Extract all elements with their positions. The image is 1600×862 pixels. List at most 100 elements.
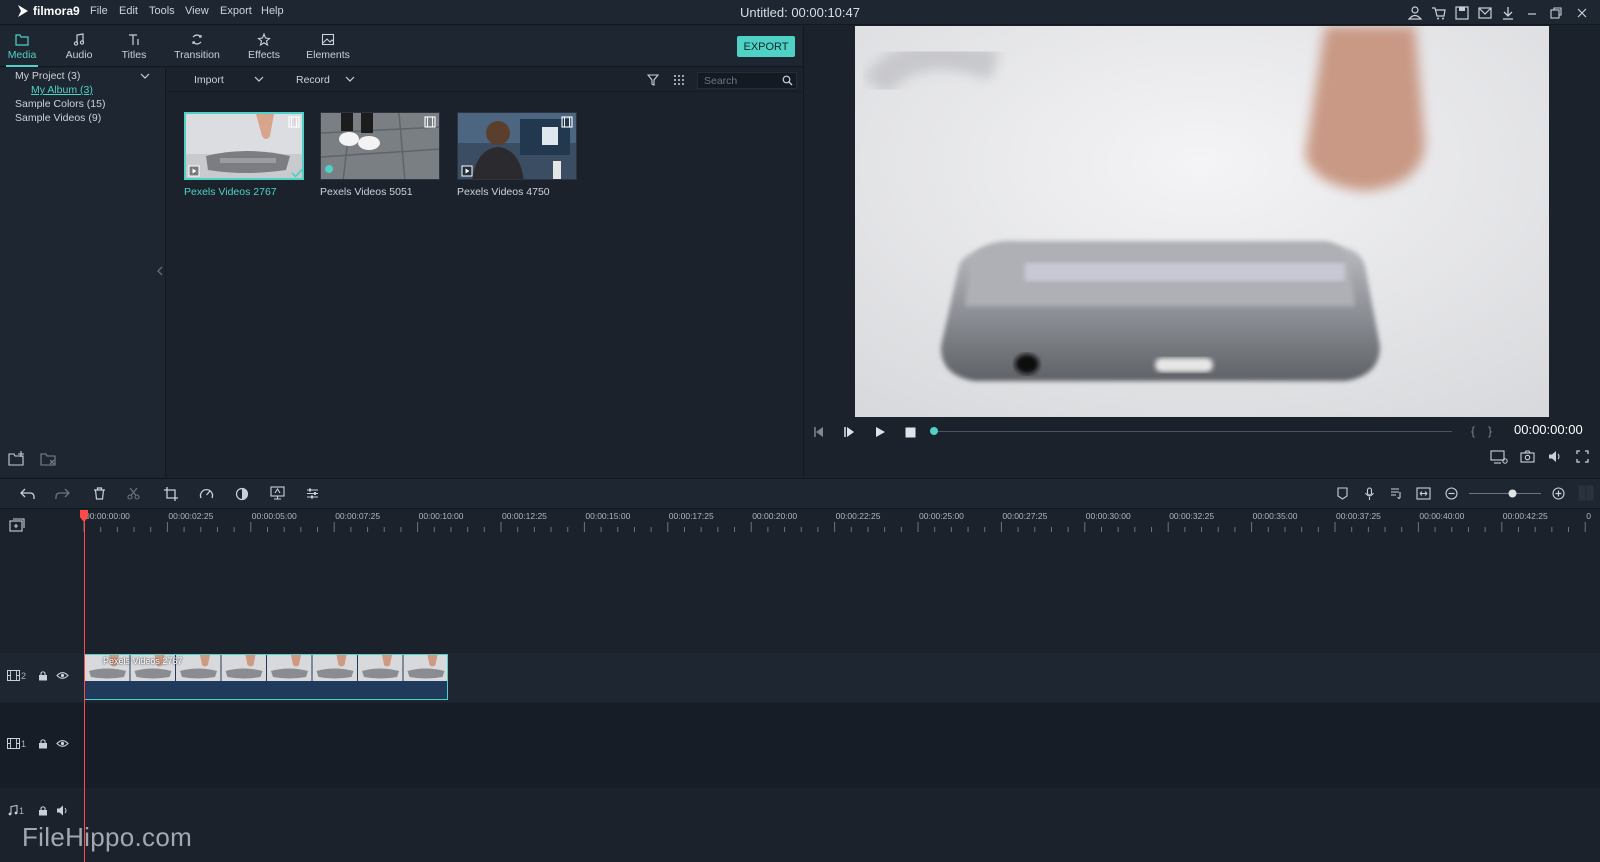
zoom-slider-handle[interactable] [1508, 489, 1517, 498]
eye-icon[interactable] [56, 739, 69, 748]
ruler-time-label: 00:00:17:25 [669, 511, 714, 521]
timeline-settings-icon[interactable] [1578, 485, 1594, 501]
project-duration: 00:00:10:47 [791, 5, 860, 20]
eye-icon[interactable] [56, 671, 69, 680]
record-chevron-icon[interactable] [345, 76, 355, 83]
media-thumbnail[interactable] [457, 112, 577, 180]
tab-elements-label: Elements [306, 48, 350, 61]
marker-icon[interactable] [1337, 487, 1348, 500]
mark-in-icon[interactable]: { [1471, 424, 1475, 438]
tab-transition[interactable]: Transition [171, 26, 223, 67]
color-icon[interactable] [235, 487, 249, 501]
tab-media[interactable]: Media [4, 26, 40, 67]
render-preview-icon[interactable] [1490, 450, 1508, 464]
tab-effects[interactable]: Effects [246, 26, 282, 67]
redo-icon[interactable] [55, 487, 70, 500]
green-screen-icon[interactable] [270, 486, 285, 500]
video-track-1-label: 1 [7, 738, 26, 749]
audio-track-1 [0, 789, 1600, 835]
film-type-icon [561, 116, 573, 128]
snapshot-camera-icon[interactable] [1520, 450, 1535, 463]
checkmark-icon [291, 168, 303, 178]
mark-out-icon[interactable]: } [1488, 424, 1492, 438]
step-back-icon[interactable] [812, 426, 826, 438]
microphone-icon[interactable] [1364, 487, 1375, 501]
fullscreen-icon[interactable] [1576, 450, 1589, 463]
speaker-icon[interactable] [56, 805, 69, 816]
zoom-slider-track[interactable] [1469, 493, 1541, 494]
ruler-time-label: 00:00:15:00 [585, 511, 630, 521]
import-chevron-icon[interactable] [254, 76, 264, 83]
tab-audio[interactable]: Audio [61, 26, 97, 67]
search-icon[interactable] [782, 75, 793, 86]
grid-view-icon[interactable] [673, 74, 685, 86]
adjust-icon[interactable] [306, 487, 319, 500]
lock-icon[interactable] [38, 738, 48, 749]
status-dot-icon [325, 165, 333, 173]
preview-viewer[interactable] [855, 26, 1549, 417]
ruler-time-label: 00:00:07:25 [335, 511, 380, 521]
tab-elements[interactable]: Elements [305, 26, 351, 67]
undo-icon[interactable] [20, 487, 35, 500]
clip-frame [358, 655, 403, 681]
collapse-panel-icon[interactable] [157, 266, 163, 276]
remove-folder-icon[interactable] [40, 451, 57, 466]
zoom-in-icon[interactable] [1552, 487, 1565, 500]
close-icon[interactable] [1574, 5, 1590, 21]
play-reverse-icon[interactable] [843, 426, 857, 438]
zoom-out-icon[interactable] [1445, 487, 1458, 500]
tab-titles[interactable]: Titles [116, 26, 152, 67]
tree-item-my-project[interactable]: My Project (3) [15, 70, 80, 82]
mail-icon[interactable] [1477, 5, 1493, 21]
lock-icon[interactable] [38, 805, 48, 816]
stop-icon[interactable] [905, 427, 916, 438]
download-icon[interactable] [1500, 5, 1516, 21]
voiceover-icon[interactable] [1416, 487, 1431, 500]
media-thumbnail[interactable] [320, 112, 440, 180]
filter-icon[interactable] [647, 74, 659, 86]
cut-icon[interactable] [127, 487, 140, 500]
clip-frame [176, 655, 221, 681]
ruler-time-label: 00:00:40:00 [1419, 511, 1464, 521]
tree-item-sample-videos[interactable]: Sample Videos (9) [15, 112, 101, 124]
library-tree [0, 68, 166, 477]
preview-progress-handle[interactable] [929, 426, 939, 436]
new-folder-icon[interactable] [8, 451, 25, 466]
preview-progress-track[interactable] [934, 431, 1452, 432]
media-thumbnail[interactable] [184, 112, 304, 180]
import-dropdown[interactable]: Import [194, 74, 224, 86]
video-track-1-number: 1 [21, 739, 27, 749]
export-button[interactable]: EXPORT [737, 36, 795, 57]
ruler-time-label: 00:00:00:00 [85, 511, 130, 521]
save-icon[interactable] [1454, 5, 1470, 21]
folder-icon [15, 33, 29, 46]
record-label: Record [296, 74, 330, 86]
restore-icon[interactable] [1548, 5, 1564, 21]
play-icon[interactable] [874, 426, 886, 438]
chevron-down-icon[interactable] [140, 72, 150, 80]
ruler-time-label: 00:00:12:25 [502, 511, 547, 521]
minimize-icon[interactable] [1524, 5, 1540, 21]
video-track-2-label: 2 [7, 670, 26, 681]
delete-icon[interactable] [93, 487, 106, 500]
account-icon[interactable] [1407, 5, 1423, 21]
tree-item-my-album[interactable]: My Album (3) [31, 84, 93, 96]
speed-icon[interactable] [199, 487, 214, 500]
playhead[interactable] [84, 510, 85, 862]
cart-icon[interactable] [1431, 5, 1447, 21]
film-type-icon [424, 116, 436, 128]
preview-timecode: 00:00:00:00 [1514, 422, 1583, 437]
ruler-time-label: 00:00:22:25 [836, 511, 881, 521]
audio-track-1-label: 1 [7, 805, 24, 816]
record-dropdown[interactable]: Record [296, 74, 330, 86]
timeline-ruler[interactable]: 00:00:00:00 00:00:02:25 00:00:05:00 00:00:0… [0, 510, 1600, 542]
ruler-time-label: 00:00:27:25 [1002, 511, 1047, 521]
lock-icon[interactable] [38, 670, 48, 681]
video-track-2-header: 2 [0, 670, 83, 681]
tree-item-sample-colors[interactable]: Sample Colors (15) [15, 98, 105, 110]
crop-icon[interactable] [164, 487, 178, 501]
volume-icon[interactable] [1548, 450, 1562, 463]
clip-frame [267, 655, 312, 681]
add-track-icon[interactable] [9, 518, 25, 532]
audio-mixer-icon[interactable] [1390, 487, 1403, 500]
